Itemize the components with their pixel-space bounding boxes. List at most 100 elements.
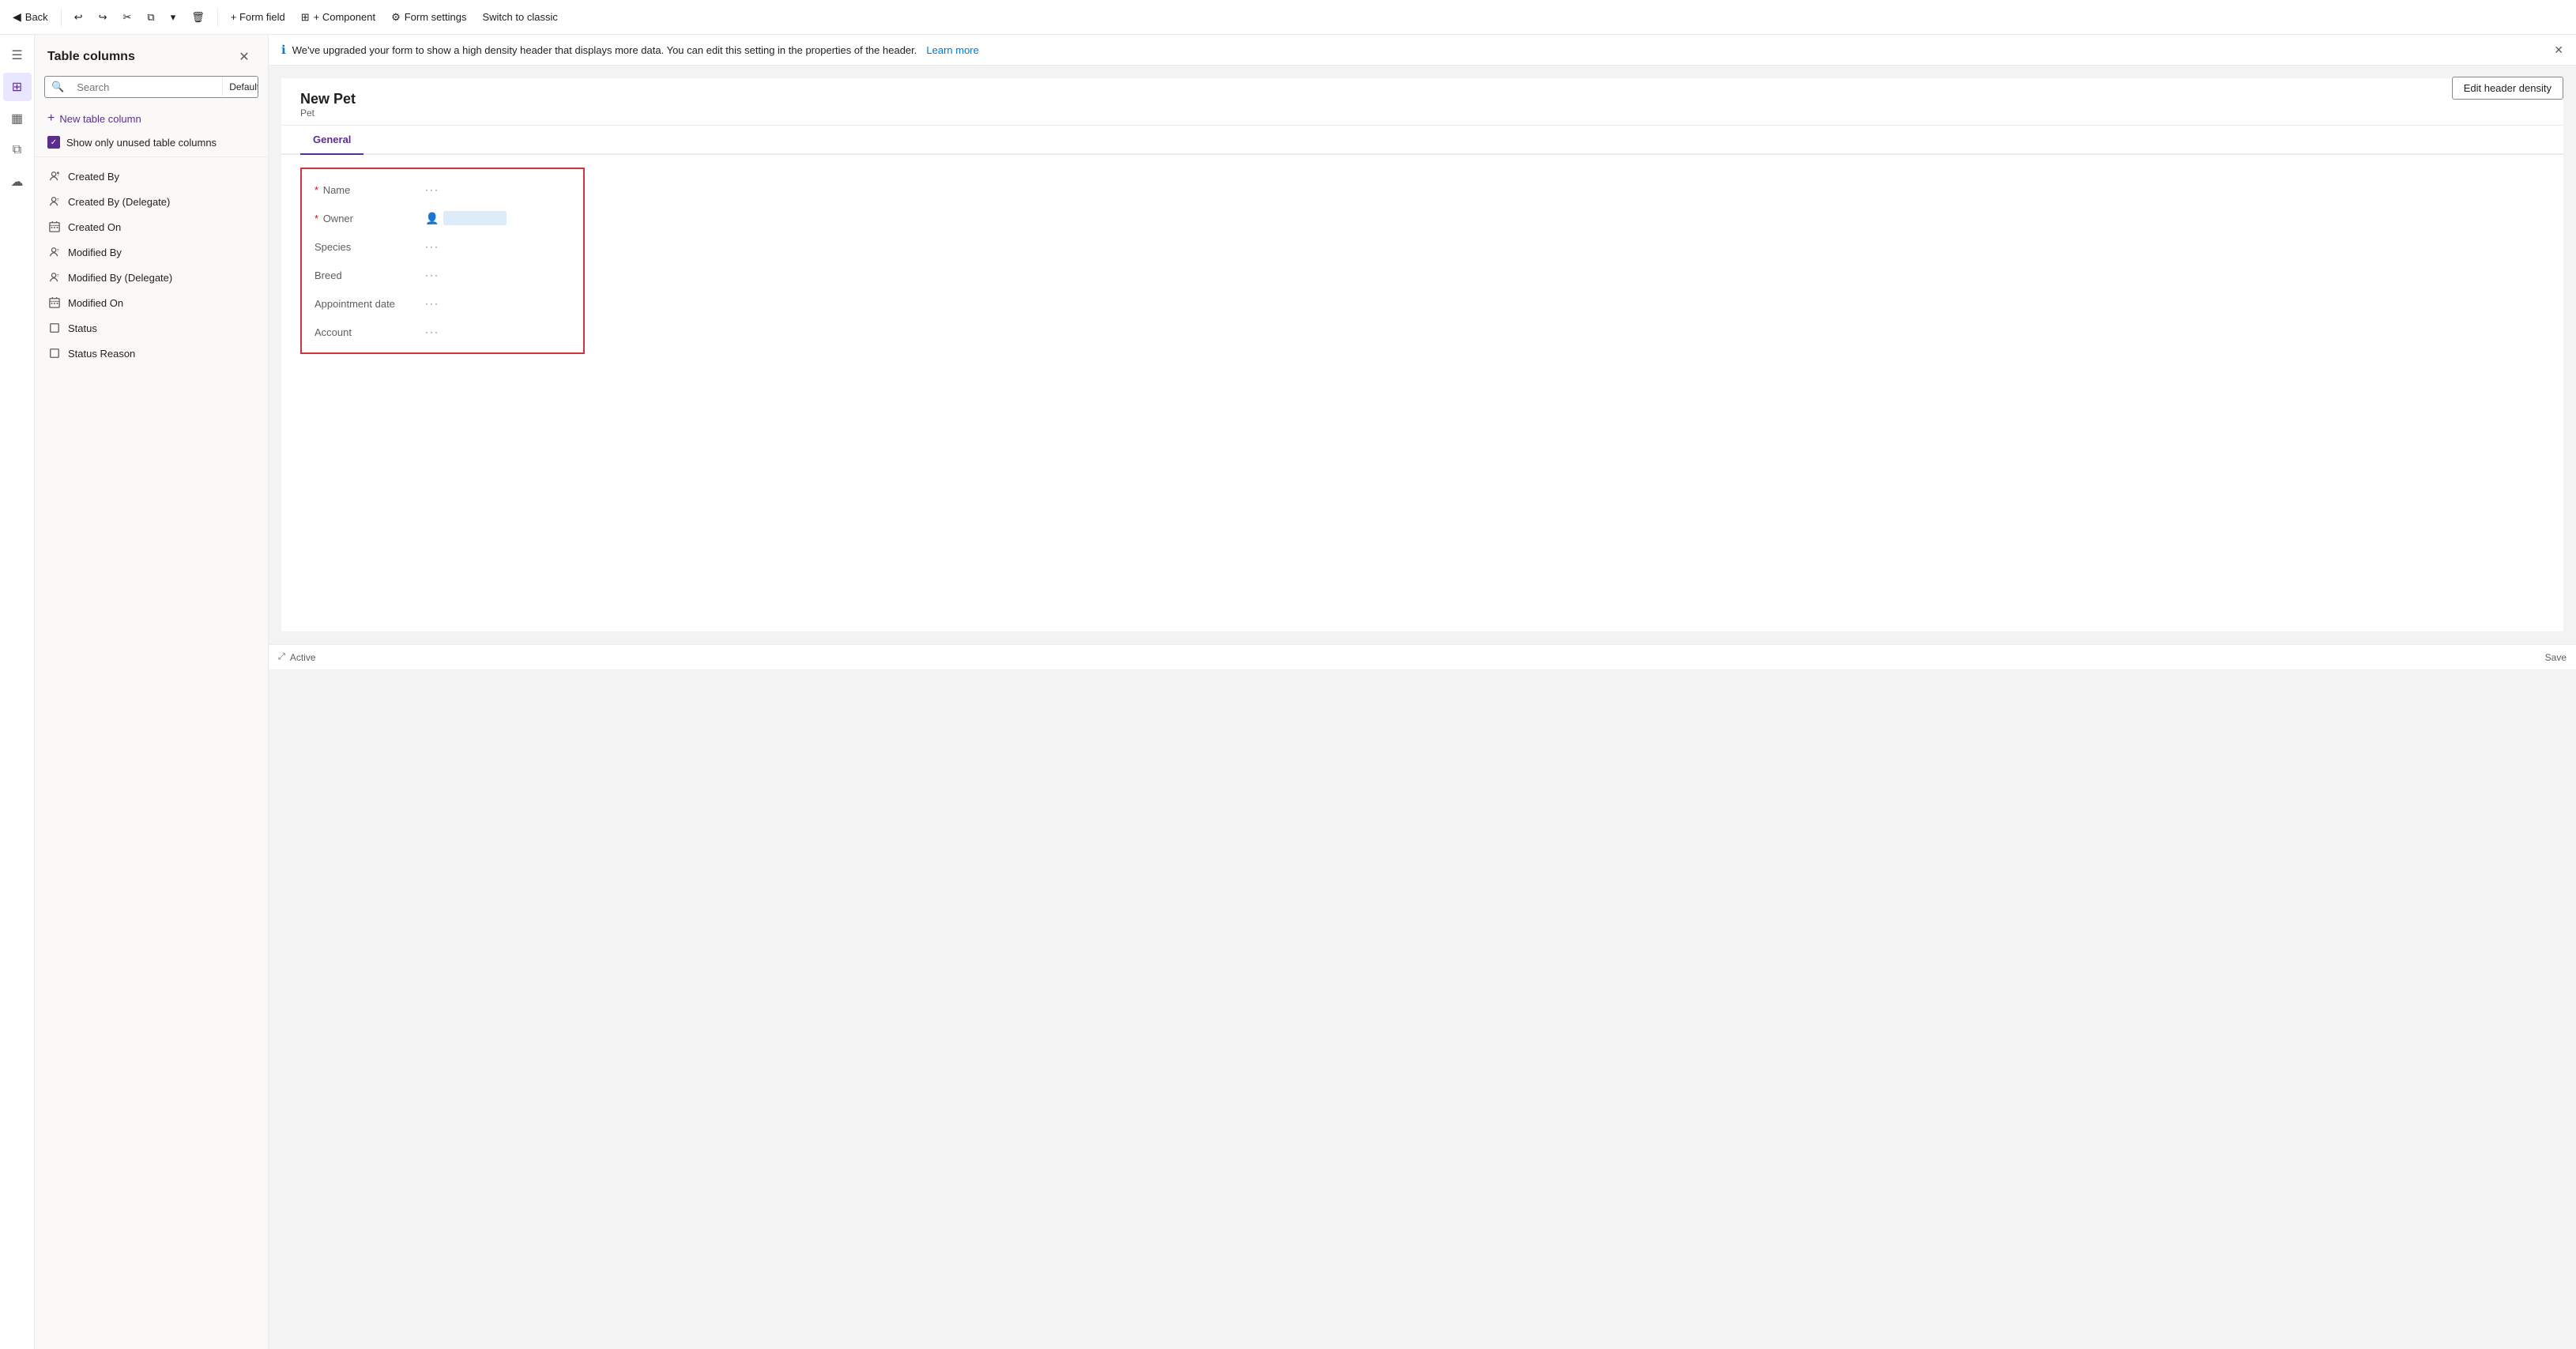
rail-table-icon[interactable]: ⊞ bbox=[3, 73, 32, 101]
switch-classic-button[interactable]: Switch to classic bbox=[476, 8, 563, 26]
rail-menu-icon[interactable]: ☰ bbox=[3, 41, 32, 70]
form-settings-button[interactable]: ⚙ Form settings bbox=[385, 8, 473, 27]
svg-text:?: ? bbox=[57, 198, 59, 203]
person-question-icon: ? bbox=[47, 194, 62, 209]
tab-general[interactable]: General bbox=[300, 126, 363, 155]
undo-button[interactable]: ↩ bbox=[68, 8, 89, 27]
list-item[interactable]: ? Created By (Delegate) bbox=[35, 189, 268, 214]
square-small-icon bbox=[47, 346, 62, 360]
field-label-account: Account bbox=[314, 326, 425, 338]
separator-2 bbox=[217, 8, 218, 27]
list-item[interactable]: Modified On bbox=[35, 290, 268, 315]
learn-more-link[interactable]: Learn more bbox=[926, 44, 978, 56]
search-row: 🔍 Default ▾ bbox=[35, 76, 268, 106]
rail-view-icon[interactable]: ▦ bbox=[3, 104, 32, 133]
search-input[interactable] bbox=[70, 77, 222, 97]
add-column-label: New table column bbox=[59, 113, 141, 125]
add-icon: + bbox=[47, 111, 55, 126]
person-icon: 👤 bbox=[425, 212, 439, 225]
list-item[interactable]: Status Reason bbox=[35, 341, 268, 366]
form-inner: New Pet Pet General bbox=[281, 78, 2563, 631]
column-name: Created On bbox=[68, 221, 121, 233]
field-value-owner: 👤 bbox=[425, 211, 507, 225]
rail-layers-icon[interactable]: ⧉ bbox=[3, 136, 32, 164]
copy-button[interactable]: ⧉ bbox=[141, 8, 160, 27]
list-item[interactable]: Status bbox=[35, 315, 268, 341]
sidebar-divider bbox=[35, 156, 268, 157]
person-question-icon: ? bbox=[47, 270, 62, 284]
status-bar-left: ⤢ Active bbox=[278, 652, 316, 663]
svg-text:?: ? bbox=[57, 249, 59, 254]
square-small-icon bbox=[47, 321, 62, 335]
expand-icon: ⤢ bbox=[278, 652, 285, 662]
field-row-breed[interactable]: Breed ··· bbox=[302, 261, 583, 289]
redo-button[interactable]: ↪ bbox=[92, 8, 114, 27]
rail-cloud-icon[interactable]: ☁ bbox=[3, 168, 32, 196]
back-icon: ◀ bbox=[13, 10, 21, 24]
column-name: Created By bbox=[68, 171, 119, 183]
add-column-button[interactable]: + New table column bbox=[35, 106, 268, 131]
tab-general-label: General bbox=[313, 134, 351, 145]
back-label: Back bbox=[25, 11, 48, 23]
show-unused-checkbox[interactable]: ✓ bbox=[47, 136, 60, 149]
list-item[interactable]: ? Modified By (Delegate) bbox=[35, 265, 268, 290]
form-settings-icon: ⚙ bbox=[391, 11, 401, 24]
cut-button[interactable]: ✂ bbox=[117, 8, 138, 27]
redo-icon: ↪ bbox=[99, 11, 107, 24]
field-value-appointment: ··· bbox=[425, 298, 439, 309]
column-name: Created By (Delegate) bbox=[68, 196, 170, 208]
sidebar-close-button[interactable]: ✕ bbox=[233, 46, 255, 68]
form-header: New Pet Pet bbox=[281, 78, 2563, 126]
default-dropdown-button[interactable]: Default ▾ bbox=[222, 77, 258, 96]
calendar-table-icon bbox=[47, 296, 62, 310]
save-button[interactable]: Save bbox=[2545, 652, 2567, 663]
field-row-owner[interactable]: * Owner 👤 bbox=[302, 204, 583, 232]
back-button[interactable]: ◀ Back bbox=[6, 7, 55, 27]
column-name: Modified By bbox=[68, 247, 122, 258]
delete-icon: 🗑 bbox=[191, 11, 205, 24]
dropdown-label: Default bbox=[229, 81, 258, 92]
edit-header-density-button[interactable]: Edit header density bbox=[2452, 77, 2563, 100]
component-button[interactable]: ⊞ + Component bbox=[295, 8, 382, 27]
search-box: 🔍 Default ▾ bbox=[44, 76, 258, 98]
field-label-appointment: Appointment date bbox=[314, 298, 425, 310]
field-row-appointment[interactable]: Appointment date ··· bbox=[302, 289, 583, 318]
show-unused-label: Show only unused table columns bbox=[66, 137, 217, 149]
required-marker: * bbox=[314, 184, 318, 196]
sidebar-header: Table columns ✕ bbox=[35, 35, 268, 76]
field-value-name: ··· bbox=[425, 184, 439, 195]
cut-icon: ✂ bbox=[123, 11, 132, 24]
form-canvas-wrapper: Edit header density New Pet Pet General bbox=[269, 66, 2576, 1349]
form-tabs: General bbox=[281, 126, 2563, 155]
main-toolbar: ◀ Back ↩ ↪ ✂ ⧉ ▾ 🗑 + Form field ⊞ + Comp… bbox=[0, 0, 2576, 35]
list-item[interactable]: Created On bbox=[35, 214, 268, 239]
field-label-species: Species bbox=[314, 241, 425, 253]
person-question-icon: ? bbox=[47, 169, 62, 183]
separator-1 bbox=[61, 8, 62, 27]
field-label-owner: * Owner bbox=[314, 213, 425, 224]
status-bar-right: Save bbox=[2545, 652, 2567, 663]
more-button[interactable]: ▾ bbox=[164, 8, 183, 27]
column-name: Status bbox=[68, 322, 97, 334]
app-layout: ☰ ⊞ ▦ ⧉ ☁ Table columns ✕ 🔍 Default ▾ + … bbox=[0, 35, 2576, 1349]
list-item[interactable]: ? Modified By bbox=[35, 239, 268, 265]
form-title: New Pet bbox=[300, 91, 2544, 107]
form-field-button[interactable]: + Form field bbox=[224, 8, 292, 26]
field-row-species[interactable]: Species ··· bbox=[302, 232, 583, 261]
form-settings-label: Form settings bbox=[405, 11, 467, 23]
svg-text:?: ? bbox=[57, 274, 59, 279]
calendar-table-icon bbox=[47, 220, 62, 234]
list-item[interactable]: ? Created By bbox=[35, 164, 268, 189]
table-columns-panel: Table columns ✕ 🔍 Default ▾ + New table … bbox=[35, 35, 269, 1349]
field-row-account[interactable]: Account ··· bbox=[302, 318, 583, 346]
field-value-account: ··· bbox=[425, 326, 439, 337]
copy-icon: ⧉ bbox=[147, 11, 154, 24]
show-unused-row[interactable]: ✓ Show only unused table columns bbox=[35, 131, 268, 156]
field-row-name[interactable]: * Name ··· bbox=[302, 175, 583, 204]
banner-close-button[interactable]: ✕ bbox=[2554, 43, 2563, 57]
component-label: + Component bbox=[314, 11, 375, 23]
info-banner: ℹ We've upgraded your form to show a hig… bbox=[269, 35, 2576, 66]
delete-button[interactable]: 🗑 bbox=[185, 8, 211, 27]
icon-rail: ☰ ⊞ ▦ ⧉ ☁ bbox=[0, 35, 35, 1349]
undo-icon: ↩ bbox=[74, 11, 83, 24]
